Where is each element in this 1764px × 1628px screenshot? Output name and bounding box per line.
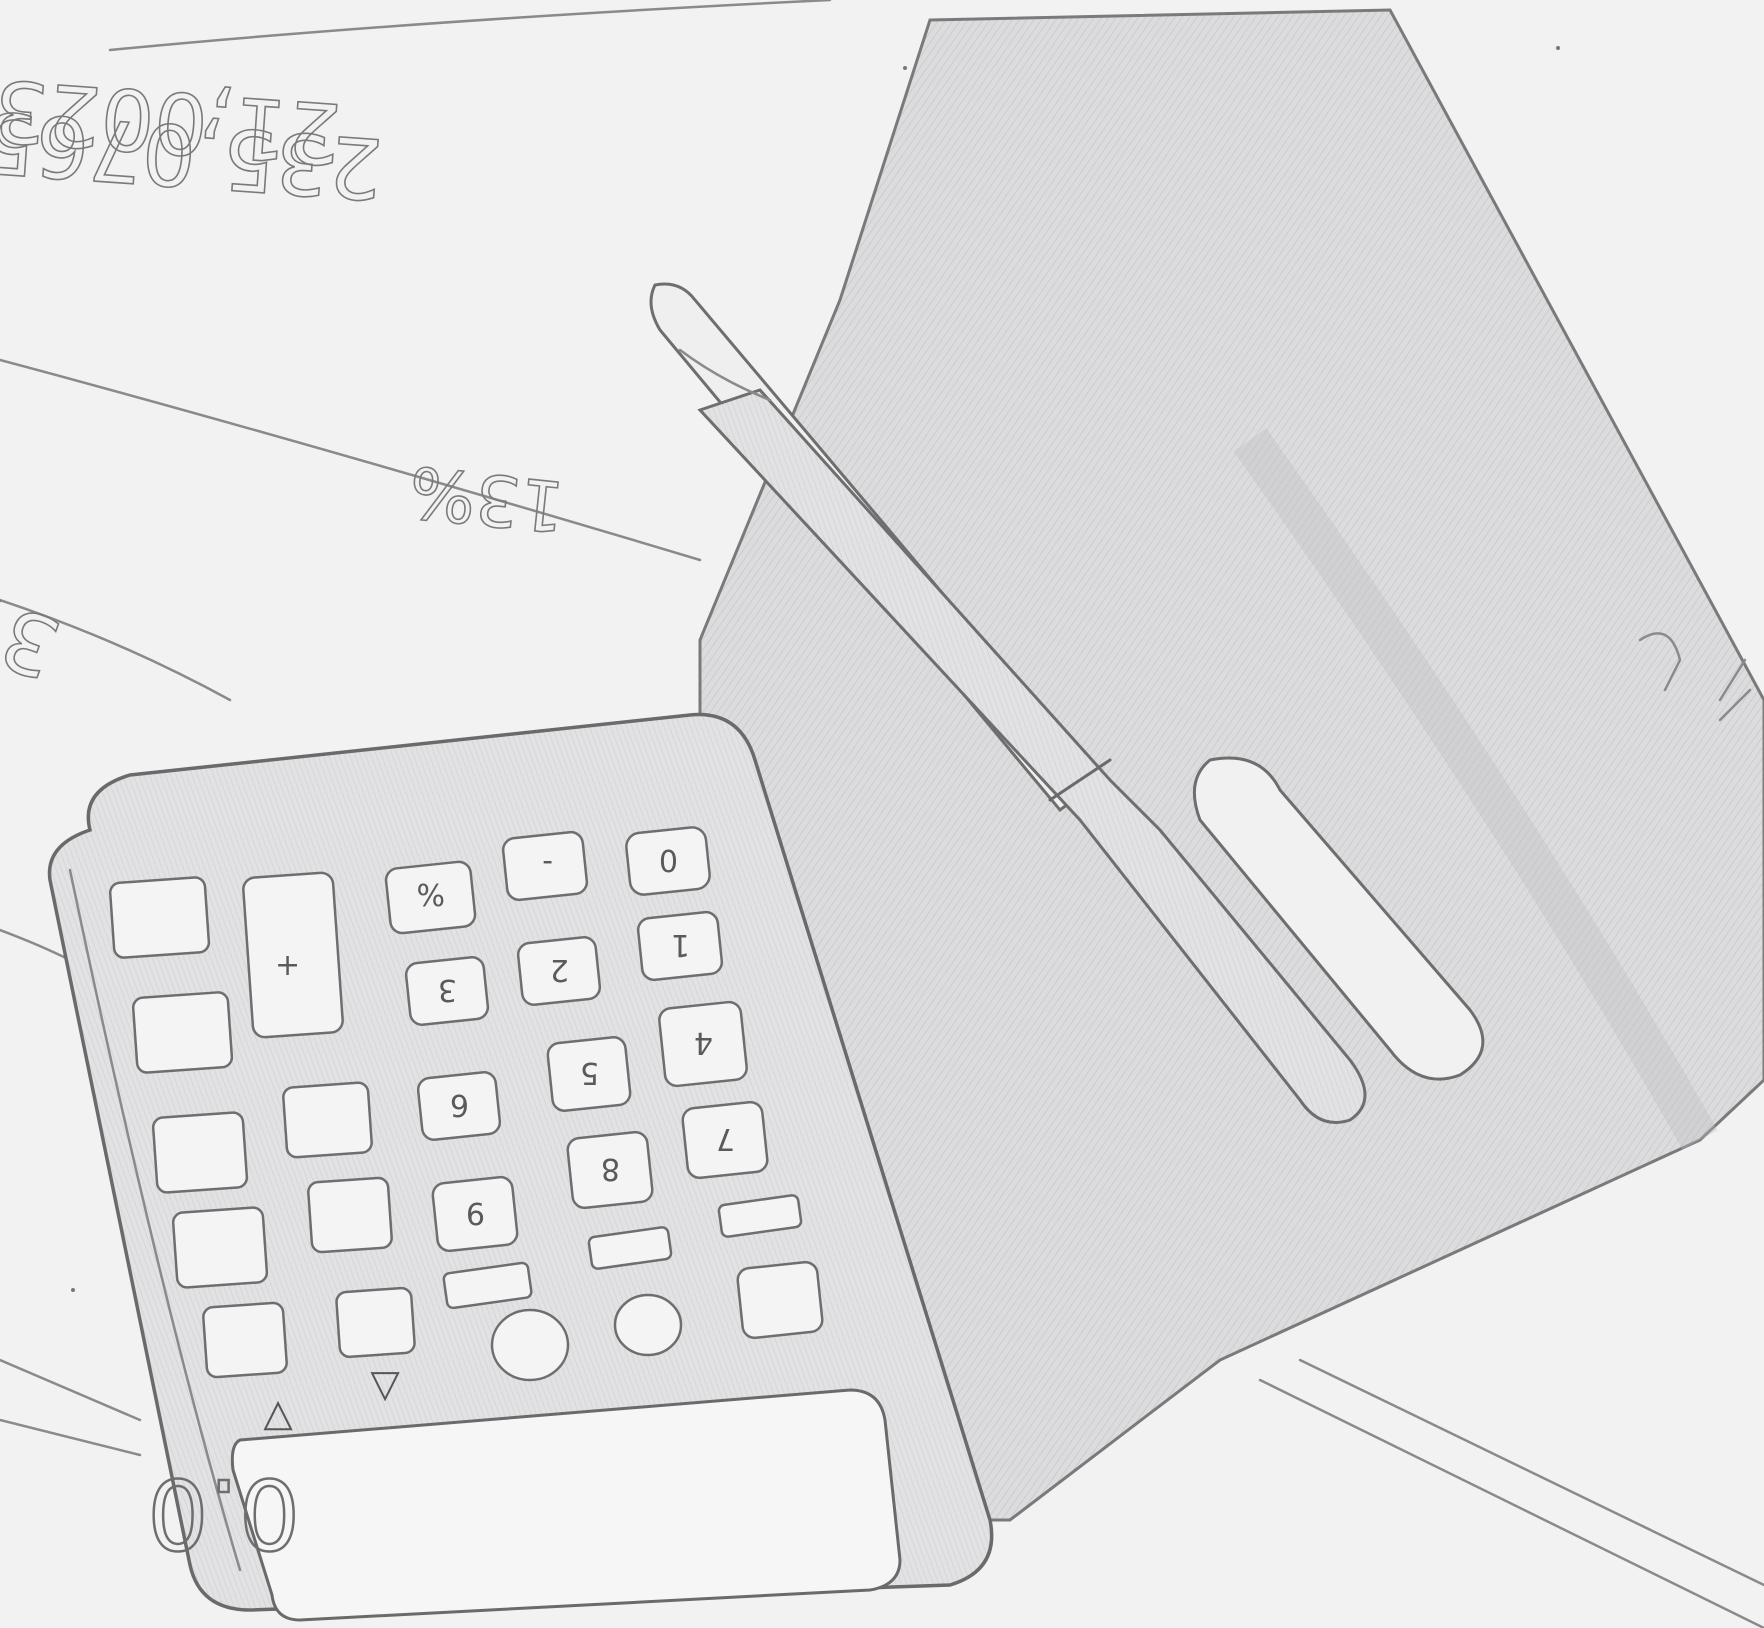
calc-key[interactable]: [131, 991, 234, 1074]
stray-mark: [71, 1288, 75, 1292]
key-0-label: 0: [659, 842, 678, 877]
calc-key-8[interactable]: 8: [566, 1130, 654, 1210]
calc-key-4[interactable]: 4: [658, 1000, 748, 1088]
plus-key-label: +: [275, 948, 300, 983]
calc-key-percent[interactable]: %: [384, 860, 477, 935]
key-2-label: 2: [550, 952, 569, 987]
key-9-label: 9: [466, 1195, 485, 1230]
key-6-label: 6: [450, 1087, 469, 1122]
pencil-sketch-scene: 0.0 ▲ ▼ + % - 0 3 2 1 6 5 4 9 8 7 235,07…: [0, 0, 1764, 1628]
calc-key[interactable]: [151, 1111, 249, 1194]
stray-mark: [903, 66, 907, 70]
calc-key-round[interactable]: [613, 1293, 683, 1357]
calc-key-6[interactable]: 6: [416, 1071, 502, 1141]
key-4-label: 4: [694, 1025, 713, 1060]
partial-number: 37,: [0, 560, 72, 698]
calc-key-2[interactable]: 2: [516, 936, 602, 1006]
calc-key[interactable]: [736, 1260, 824, 1340]
stray-mark: [1556, 46, 1560, 50]
calc-key-0[interactable]: 0: [625, 826, 711, 896]
percent-note: 13%: [405, 450, 568, 548]
key-5-label: 5: [580, 1055, 599, 1090]
key-3-label: 3: [438, 972, 457, 1007]
key-8-label: 8: [601, 1151, 620, 1186]
calc-key-9[interactable]: 9: [431, 1175, 519, 1253]
calc-key[interactable]: [108, 876, 211, 959]
display-value: 0.0: [147, 1457, 300, 1569]
handwritten-numbers: 235,0765 21,0023 13% 37,: [0, 60, 569, 699]
calc-key-3[interactable]: 3: [404, 956, 490, 1026]
arrow-down-icon: ▼: [372, 1364, 399, 1404]
calc-key-1[interactable]: 1: [636, 910, 724, 982]
calc-key-minus[interactable]: -: [501, 830, 589, 902]
minus-key-label: -: [542, 846, 553, 881]
percent-key-label: %: [416, 876, 445, 911]
calc-key-5[interactable]: 5: [546, 1036, 632, 1112]
arrow-up-icon: ▲: [265, 1394, 292, 1434]
key-7-label: 7: [716, 1121, 735, 1156]
calc-key[interactable]: [335, 1286, 416, 1359]
calc-key-round[interactable]: [490, 1308, 570, 1382]
calc-key-7[interactable]: 7: [681, 1100, 769, 1180]
calc-key-plus[interactable]: +: [242, 871, 344, 1039]
calc-key[interactable]: [171, 1206, 269, 1289]
calc-key[interactable]: [307, 1176, 393, 1254]
calc-key[interactable]: [282, 1081, 373, 1159]
calc-key[interactable]: [202, 1301, 288, 1379]
key-1-label: 1: [671, 927, 690, 962]
